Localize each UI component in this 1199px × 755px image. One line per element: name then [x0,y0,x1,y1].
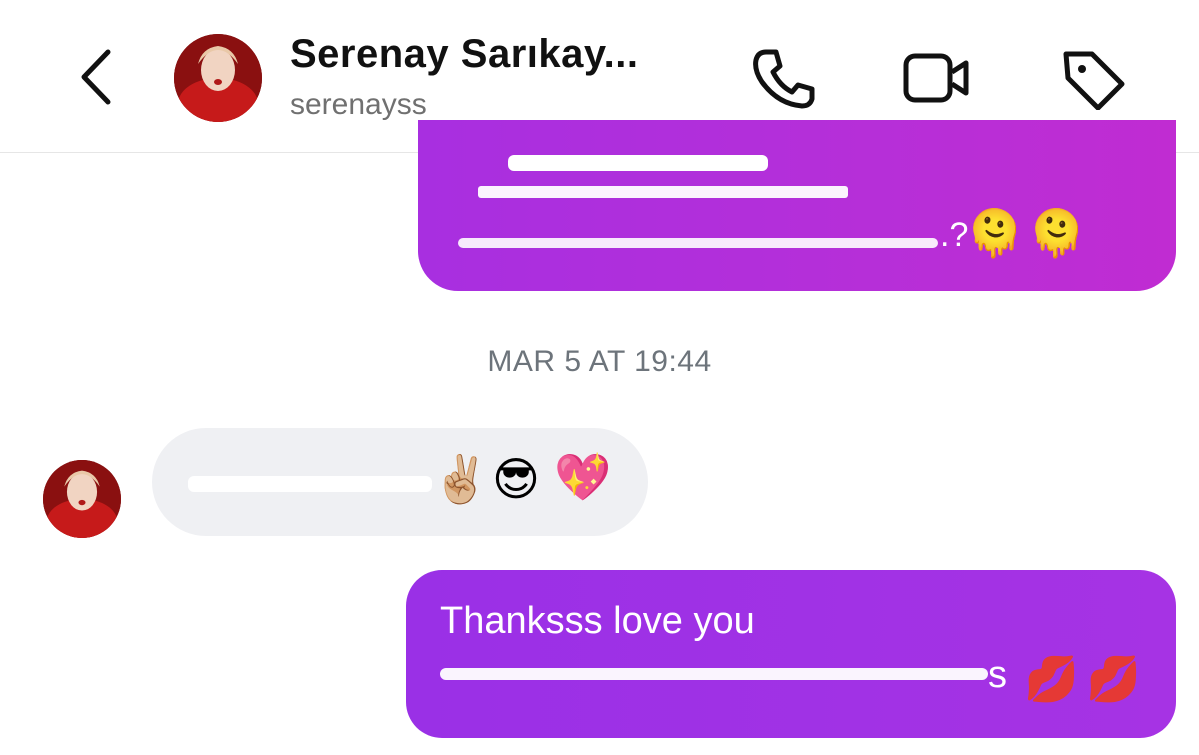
avatar-image [174,34,262,122]
redaction-mark [458,238,938,248]
kiss-mark-emoji: 💋 [1024,655,1079,704]
message-text: Thanksss love you [440,600,755,642]
message-text-fragment: .? [940,216,969,254]
outgoing-message-bubble[interactable]: .? 🫠 🫠 [418,120,1176,291]
kiss-mark-emoji: 💋 [1086,655,1141,704]
avatar-image [43,460,121,538]
phone-icon [753,49,815,109]
incoming-message-bubble[interactable]: ✌🏼 😎 💖 [152,428,648,536]
contact-avatar[interactable] [174,34,262,122]
outgoing-message-bubble[interactable]: s 💋 💋 [406,570,1176,738]
tag-icon [1063,51,1125,111]
redaction-mark [478,186,848,198]
call-button[interactable] [748,44,818,110]
sunglasses-face-emoji: 😎 [492,453,540,505]
video-camera-icon [903,53,969,103]
back-button[interactable] [76,46,120,108]
melting-face-emoji: 🫠 [1028,207,1086,259]
melting-face-emoji: 🫠 [966,207,1024,259]
chevron-left-icon [81,49,111,105]
redaction-mark [440,668,988,680]
message-timestamp: MAR 5 AT 19:44 [487,345,712,378]
tag-button[interactable] [1058,44,1128,111]
redaction-mark [508,155,768,171]
message-text-fragment: s [988,654,1007,696]
sparkling-heart-emoji: 💖 [554,451,612,503]
contact-handle[interactable]: serenayss [290,88,427,122]
victory-hand-emoji: ✌🏼 [432,453,490,505]
contact-name[interactable]: Serenay Sarıkay... [290,32,639,77]
sender-avatar[interactable] [43,460,121,538]
video-call-button[interactable] [900,44,970,110]
redaction-mark [188,476,432,492]
